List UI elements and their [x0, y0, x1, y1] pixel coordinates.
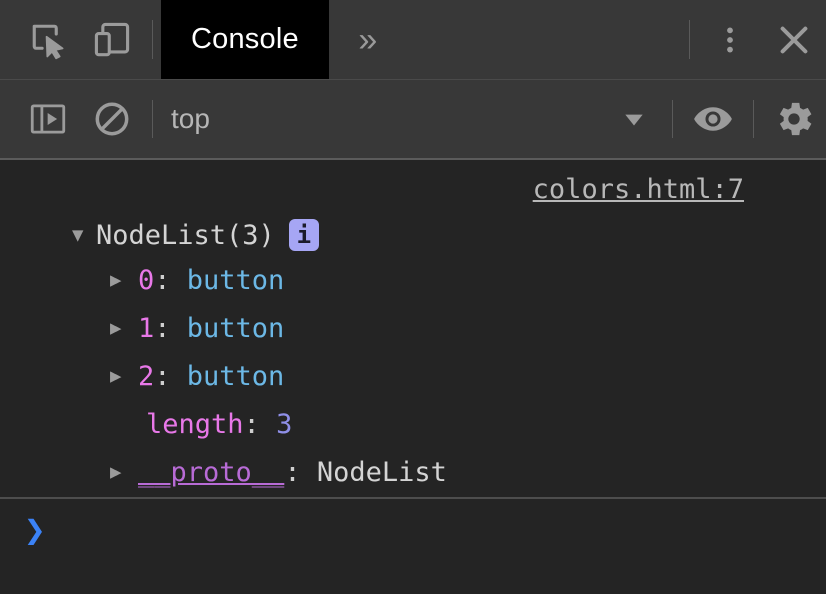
chevron-double-right-icon: » — [358, 23, 377, 57]
property-value[interactable]: 3 — [276, 409, 292, 440]
object-property-row[interactable]: ▶ 2: button — [0, 352, 826, 400]
toggle-device-toolbar-button[interactable] — [80, 0, 144, 79]
object-property-row[interactable]: ▶ 0: button — [0, 256, 826, 304]
expand-triangle-icon[interactable]: ▶ — [110, 319, 130, 338]
property-key: 1 — [138, 313, 154, 344]
tabbar-right-divider — [689, 20, 690, 59]
more-options-button[interactable] — [698, 0, 762, 79]
property-key: length — [146, 409, 244, 440]
execution-context-label: top — [171, 103, 210, 135]
tab-console[interactable]: Console — [161, 0, 329, 79]
console-prompt[interactable]: ❯ — [0, 499, 826, 594]
device-toolbar-icon — [90, 18, 134, 62]
expand-triangle-icon[interactable]: ▼ — [72, 226, 92, 245]
chevron-down-icon — [621, 106, 647, 132]
property-value[interactable]: button — [187, 265, 285, 296]
source-location-link[interactable]: colors.html:7 — [533, 174, 744, 205]
execution-context-selector[interactable]: top — [161, 80, 220, 158]
object-property-row[interactable]: ▶ 1: button — [0, 304, 826, 352]
property-value[interactable]: button — [187, 361, 285, 392]
gear-icon — [772, 97, 816, 141]
property-colon: : — [244, 409, 277, 440]
info-badge[interactable]: i — [289, 219, 319, 251]
property-value[interactable]: NodeList — [317, 457, 447, 488]
expand-triangle-icon[interactable]: ▶ — [110, 271, 130, 290]
filterbar-divider — [152, 100, 153, 138]
filterbar-divider-settings — [753, 100, 754, 138]
console-settings-button[interactable] — [762, 80, 826, 158]
clear-console-button[interactable] — [80, 80, 144, 158]
inspect-element-icon — [26, 18, 70, 62]
more-tabs-button[interactable]: » — [329, 0, 407, 79]
execution-context-dropdown-button[interactable] — [604, 80, 664, 158]
property-colon: : — [154, 265, 187, 296]
console-message[interactable]: colors.html:7 ▼ NodeList(3) i ▶ 0: button… — [0, 160, 826, 496]
property-key: __proto__ — [138, 457, 284, 488]
object-preview-header[interactable]: ▼ NodeList(3) i — [0, 214, 826, 256]
close-devtools-button[interactable] — [762, 0, 826, 79]
console-filter-toolbar: top — [0, 80, 826, 160]
property-colon: : — [154, 313, 187, 344]
property-value[interactable]: button — [187, 313, 285, 344]
property-colon: : — [284, 457, 317, 488]
eye-icon — [691, 97, 735, 141]
filterbar-divider-right — [672, 100, 673, 138]
object-type-label: NodeList(3) — [96, 220, 275, 251]
property-key: 2 — [138, 361, 154, 392]
devtools-tabbar: Console » — [0, 0, 826, 80]
tabbar-spacer — [407, 0, 681, 79]
console-sidebar-icon — [27, 98, 69, 140]
clear-console-icon — [91, 98, 133, 140]
console-input[interactable] — [46, 513, 826, 553]
object-property-row[interactable]: ▶ __proto__: NodeList — [0, 448, 826, 496]
prompt-chevron-icon: ❯ — [24, 513, 46, 549]
close-icon — [773, 19, 815, 61]
object-properties-list: ▶0: button▶1: button▶2: buttonlength: 3▶… — [0, 256, 826, 496]
expand-triangle-icon[interactable]: ▶ — [110, 463, 130, 482]
property-colon: : — [154, 361, 187, 392]
console-output[interactable]: colors.html:7 ▼ NodeList(3) i ▶ 0: button… — [0, 160, 826, 497]
inspect-element-button[interactable] — [16, 0, 80, 79]
vertical-dots-icon — [713, 23, 747, 57]
expand-triangle-icon[interactable]: ▶ — [110, 367, 130, 386]
property-key: 0 — [138, 265, 154, 296]
tabbar-divider — [152, 20, 153, 59]
tab-console-label: Console — [191, 23, 299, 56]
object-property-row[interactable]: length: 3 — [0, 400, 826, 448]
devtools-panel: Console » — [0, 0, 826, 594]
console-sidebar-toggle-button[interactable] — [16, 80, 80, 158]
create-live-expression-button[interactable] — [681, 80, 745, 158]
filterbar-spacer — [220, 80, 604, 158]
